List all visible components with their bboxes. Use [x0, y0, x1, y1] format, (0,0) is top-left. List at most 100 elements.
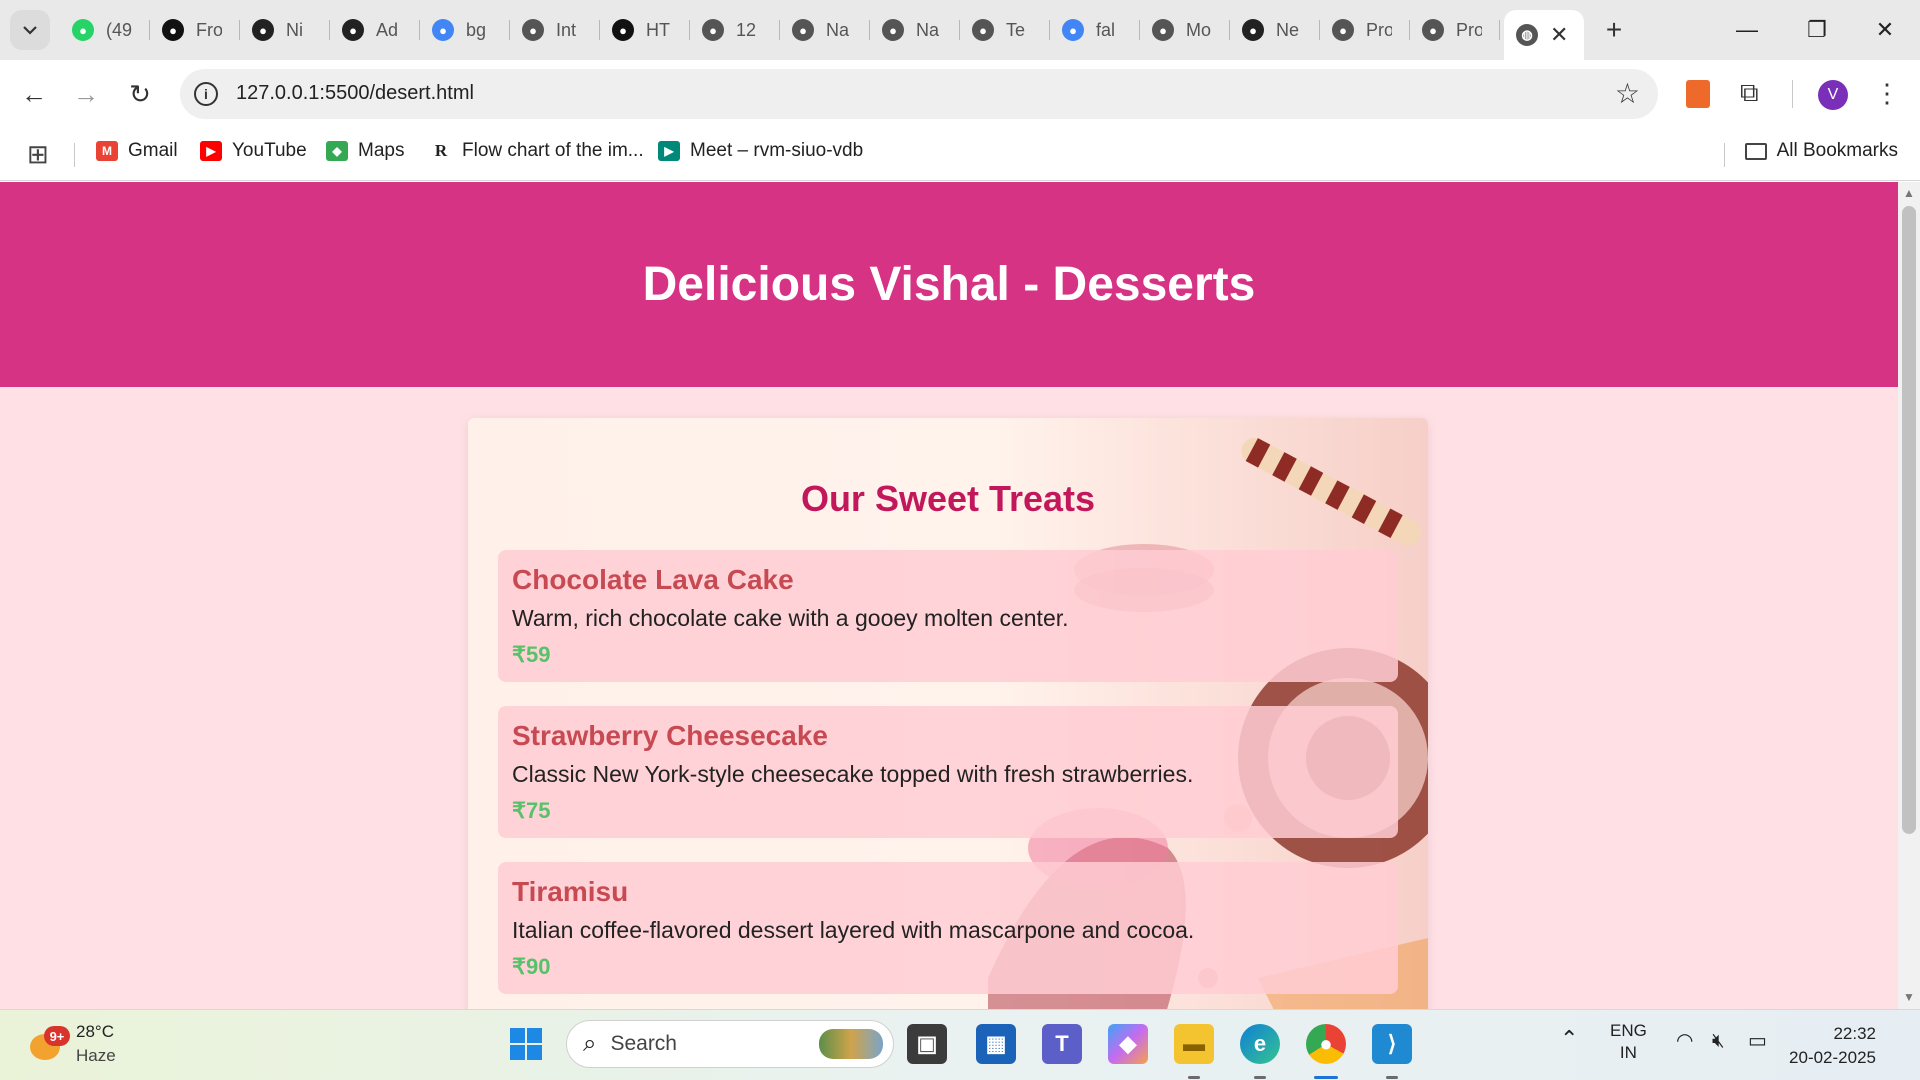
browser-tab[interactable]: ● fal [1050, 10, 1140, 50]
bookmarks-bar: ⊞ M Gmail ▶ YouTube ◆ Maps R Flow chart … [0, 129, 1920, 181]
windows-taskbar: 9+ 28°C Haze ⌕ Search ▣ ▦ T ◆ ▬ e ● ⟩ ⌃ … [0, 1009, 1920, 1080]
system-clock[interactable]: 22:32 20-02-2025 [1789, 1022, 1876, 1070]
url-text[interactable]: 127.0.0.1:5500/desert.html [236, 82, 474, 105]
scroll-down-arrow-icon[interactable]: ▼ [1903, 990, 1915, 1004]
address-bar[interactable]: i 127.0.0.1:5500/desert.html ☆ [180, 69, 1658, 119]
vertical-scrollbar[interactable]: ▲ ▼ [1898, 182, 1920, 1009]
browser-menu-icon[interactable]: ⋮ [1874, 78, 1900, 109]
weather-widget[interactable]: 9+ 28°C Haze [26, 1020, 116, 1068]
github-icon: ● [1242, 19, 1264, 41]
tab-title: (49 [106, 19, 132, 40]
weather-icon: 9+ [26, 1026, 70, 1062]
globe-icon: ● [702, 19, 724, 41]
browser-tab[interactable]: ● Mo [1140, 10, 1230, 50]
language-indicator[interactable]: ENG IN [1610, 1020, 1647, 1064]
browser-tab[interactable]: ● 12 [690, 10, 780, 50]
tab-title: Int [556, 19, 577, 40]
restore-button[interactable]: ❐ [1782, 0, 1852, 60]
browser-tab[interactable]: ● Fro [150, 10, 240, 50]
browser-tab[interactable]: ● Te [960, 10, 1050, 50]
file-explorer-icon[interactable]: ▬ [1174, 1024, 1214, 1064]
globe-icon: ◍ [1516, 24, 1538, 46]
chrome-icon[interactable]: ● [1306, 1024, 1346, 1064]
tab-search-button[interactable] [10, 10, 50, 50]
tab-title: Pro [1366, 19, 1392, 40]
close-window-button[interactable]: ✕ [1850, 0, 1920, 60]
scrollbar-thumb[interactable] [1902, 206, 1916, 834]
tab-title: Ne [1276, 19, 1300, 40]
meet-icon: ▶ [658, 141, 680, 161]
profile-avatar[interactable]: V [1818, 80, 1848, 110]
edge-icon[interactable]: e [1240, 1024, 1280, 1064]
back-button[interactable]: ← [14, 74, 54, 114]
browser-tab[interactable]: ● Pro [1320, 10, 1410, 50]
globe-icon: ● [522, 19, 544, 41]
speaker-muted-icon[interactable]: 🔇︎ [1712, 1030, 1725, 1052]
browser-tab[interactable]: ● Ne [1230, 10, 1320, 50]
task-view-icon[interactable]: ▣ [907, 1024, 947, 1064]
dessert-price: ₹59 [512, 642, 551, 667]
google-icon: ● [432, 19, 454, 41]
bookmark-meet[interactable]: ▶ Meet – rvm-siuo-vdb [658, 140, 863, 162]
running-indicator [1386, 1076, 1398, 1079]
show-hidden-icons-chevron-icon[interactable]: ⌃ [1560, 1028, 1578, 1050]
reload-button[interactable]: ↻ [120, 74, 160, 114]
scroll-up-arrow-icon[interactable]: ▲ [1903, 186, 1915, 200]
dessert-price: ₹90 [512, 954, 551, 979]
github-icon: ● [342, 19, 364, 41]
bookmarks-divider [74, 143, 75, 167]
google-icon: ● [1062, 19, 1084, 41]
microsoft-store-icon[interactable]: ▦ [976, 1024, 1016, 1064]
new-tab-button[interactable]: + [1594, 10, 1634, 50]
browser-tab[interactable]: ● Pro [1410, 10, 1500, 50]
extensions-puzzle-icon[interactable]: ⧉ [1740, 77, 1759, 109]
browser-tab[interactable]: ● Ad [330, 10, 420, 50]
running-indicator [1254, 1076, 1266, 1079]
all-bookmarks-button[interactable]: All Bookmarks [1744, 140, 1898, 162]
openai-icon: ● [612, 19, 634, 41]
browser-tab[interactable]: ● Int [510, 10, 600, 50]
browser-tab[interactable]: ● Na [780, 10, 870, 50]
teams-icon[interactable]: T [1042, 1024, 1082, 1064]
taskbar-search-box[interactable]: ⌕ Search [566, 1020, 894, 1068]
close-tab-icon[interactable]: ✕ [1550, 22, 1568, 48]
bookmark-maps[interactable]: ◆ Maps [326, 140, 404, 162]
forward-button[interactable]: → [66, 74, 106, 114]
vscode-icon[interactable]: ⟩ [1372, 1024, 1412, 1064]
tab-title: Te [1006, 19, 1026, 40]
browser-tab[interactable]: ● bg [420, 10, 510, 50]
dessert-price: ₹75 [512, 798, 551, 823]
browser-tab[interactable]: ● Ni [240, 10, 330, 50]
bookmark-flowchart[interactable]: R Flow chart of the im... [430, 140, 644, 162]
notion-icon: ● [162, 19, 184, 41]
tab-title: Ad [376, 19, 399, 40]
extension-icon[interactable] [1686, 80, 1710, 108]
copilot-icon[interactable]: ◆ [1108, 1024, 1148, 1064]
researchgate-icon: R [434, 141, 448, 160]
browser-toolbar: ← → ↻ i 127.0.0.1:5500/desert.html ☆ ⧉ V… [0, 60, 1920, 129]
section-title: Our Sweet Treats [800, 478, 1096, 519]
weather-condition: Haze [76, 1046, 116, 1065]
tab-title: fal [1096, 19, 1116, 40]
site-info-icon[interactable]: i [194, 82, 218, 106]
browser-tab[interactable]: ● HT [600, 10, 690, 50]
apps-grid-icon[interactable]: ⊞ [27, 141, 49, 167]
running-indicator [1188, 1076, 1200, 1079]
bookmark-gmail[interactable]: M Gmail [96, 140, 178, 162]
browser-tab[interactable]: ● (49 [60, 10, 150, 50]
bookmark-star-icon[interactable]: ☆ [1615, 77, 1640, 110]
globe-icon: ● [792, 19, 814, 41]
dessert-name: Strawberry Cheesecake [512, 720, 828, 751]
bookmark-youtube[interactable]: ▶ YouTube [200, 140, 307, 162]
tab-active[interactable]: ◍ ✕ [1504, 10, 1584, 60]
whatsapp-icon: ● [72, 19, 94, 41]
windows-start-icon[interactable] [506, 1024, 546, 1064]
minimize-button[interactable]: — [1712, 0, 1782, 60]
tab-title: Mo [1186, 19, 1212, 40]
menu-card: Our Sweet Treats Chocolate Lava Cake War… [468, 418, 1428, 1009]
wifi-icon[interactable]: ◠ [1676, 1030, 1693, 1052]
battery-icon[interactable]: ▭ [1748, 1030, 1767, 1052]
browser-tab[interactable]: ● Na [870, 10, 960, 50]
clock-date: 20-02-2025 [1789, 1048, 1876, 1067]
globe-icon: ● [1152, 19, 1174, 41]
